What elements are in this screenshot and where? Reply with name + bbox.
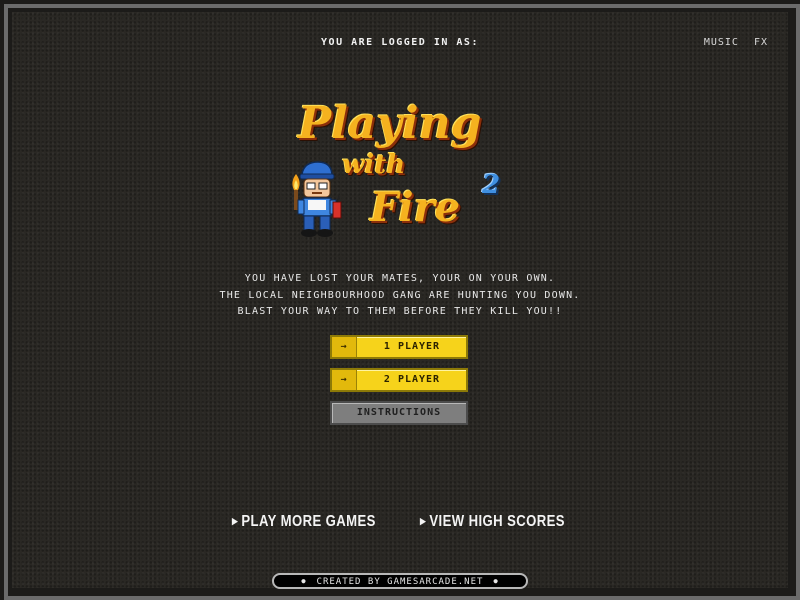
description-line: YOU HAVE LOST YOUR MATES, YOUR ON YOUR O…	[244, 273, 556, 284]
logo-word-playing: Playing	[298, 98, 482, 149]
view-high-scores-label: VIEW HIGH SCORES	[429, 513, 565, 530]
play-triangle-icon: ▶	[232, 516, 239, 526]
music-toggle[interactable]: MUSIC	[704, 37, 739, 48]
bullet-icon: ●	[493, 577, 499, 585]
play-triangle-icon: ▶	[420, 516, 427, 526]
logo-word-with: with	[342, 150, 406, 180]
logo-number: 2	[482, 170, 501, 200]
play-more-games-link[interactable]: ▶ PLAY MORE GAMES	[232, 513, 376, 531]
one-player-button[interactable]: → 1 PLAYER	[330, 335, 468, 359]
logged-in-label: YOU ARE LOGGED IN AS:	[321, 37, 479, 48]
one-player-label: 1 PLAYER	[383, 341, 441, 352]
two-player-button[interactable]: → 2 PLAYER	[330, 368, 468, 392]
description-line: BLAST YOUR WAY TO THEM BEFORE THEY KILL …	[237, 306, 563, 317]
dynamite-icon	[332, 195, 342, 219]
arrow-right-icon: →	[332, 337, 357, 357]
credits-text: CREATED BY GAMESARCADE.NET	[316, 577, 484, 587]
fx-toggle[interactable]: FX	[754, 37, 768, 48]
logo-word-fire: Fire	[370, 184, 461, 231]
story-description: YOU HAVE LOST YOUR MATES, YOUR ON YOUR O…	[0, 271, 800, 321]
game-frame: YOU ARE LOGGED IN AS: MUSIC FX Playing w…	[0, 0, 800, 600]
arrow-right-icon: →	[332, 370, 357, 390]
description-line: THE LOCAL NEIGHBOURHOOD GANG ARE HUNTING…	[219, 289, 581, 301]
credits-footer[interactable]: ● CREATED BY GAMESARCADE.NET ●	[272, 573, 528, 589]
character-sprite	[292, 161, 342, 237]
sound-toggles: MUSIC FX	[696, 37, 768, 48]
bullet-icon: ●	[301, 577, 307, 585]
game-logo: Playing with Fire 2	[282, 98, 522, 248]
two-player-label: 2 PLAYER	[383, 374, 441, 385]
instructions-button[interactable]: INSTRUCTIONS	[330, 401, 468, 425]
play-more-games-label: PLAY MORE GAMES	[241, 513, 376, 530]
view-high-scores-link[interactable]: ▶ VIEW HIGH SCORES	[420, 513, 565, 531]
